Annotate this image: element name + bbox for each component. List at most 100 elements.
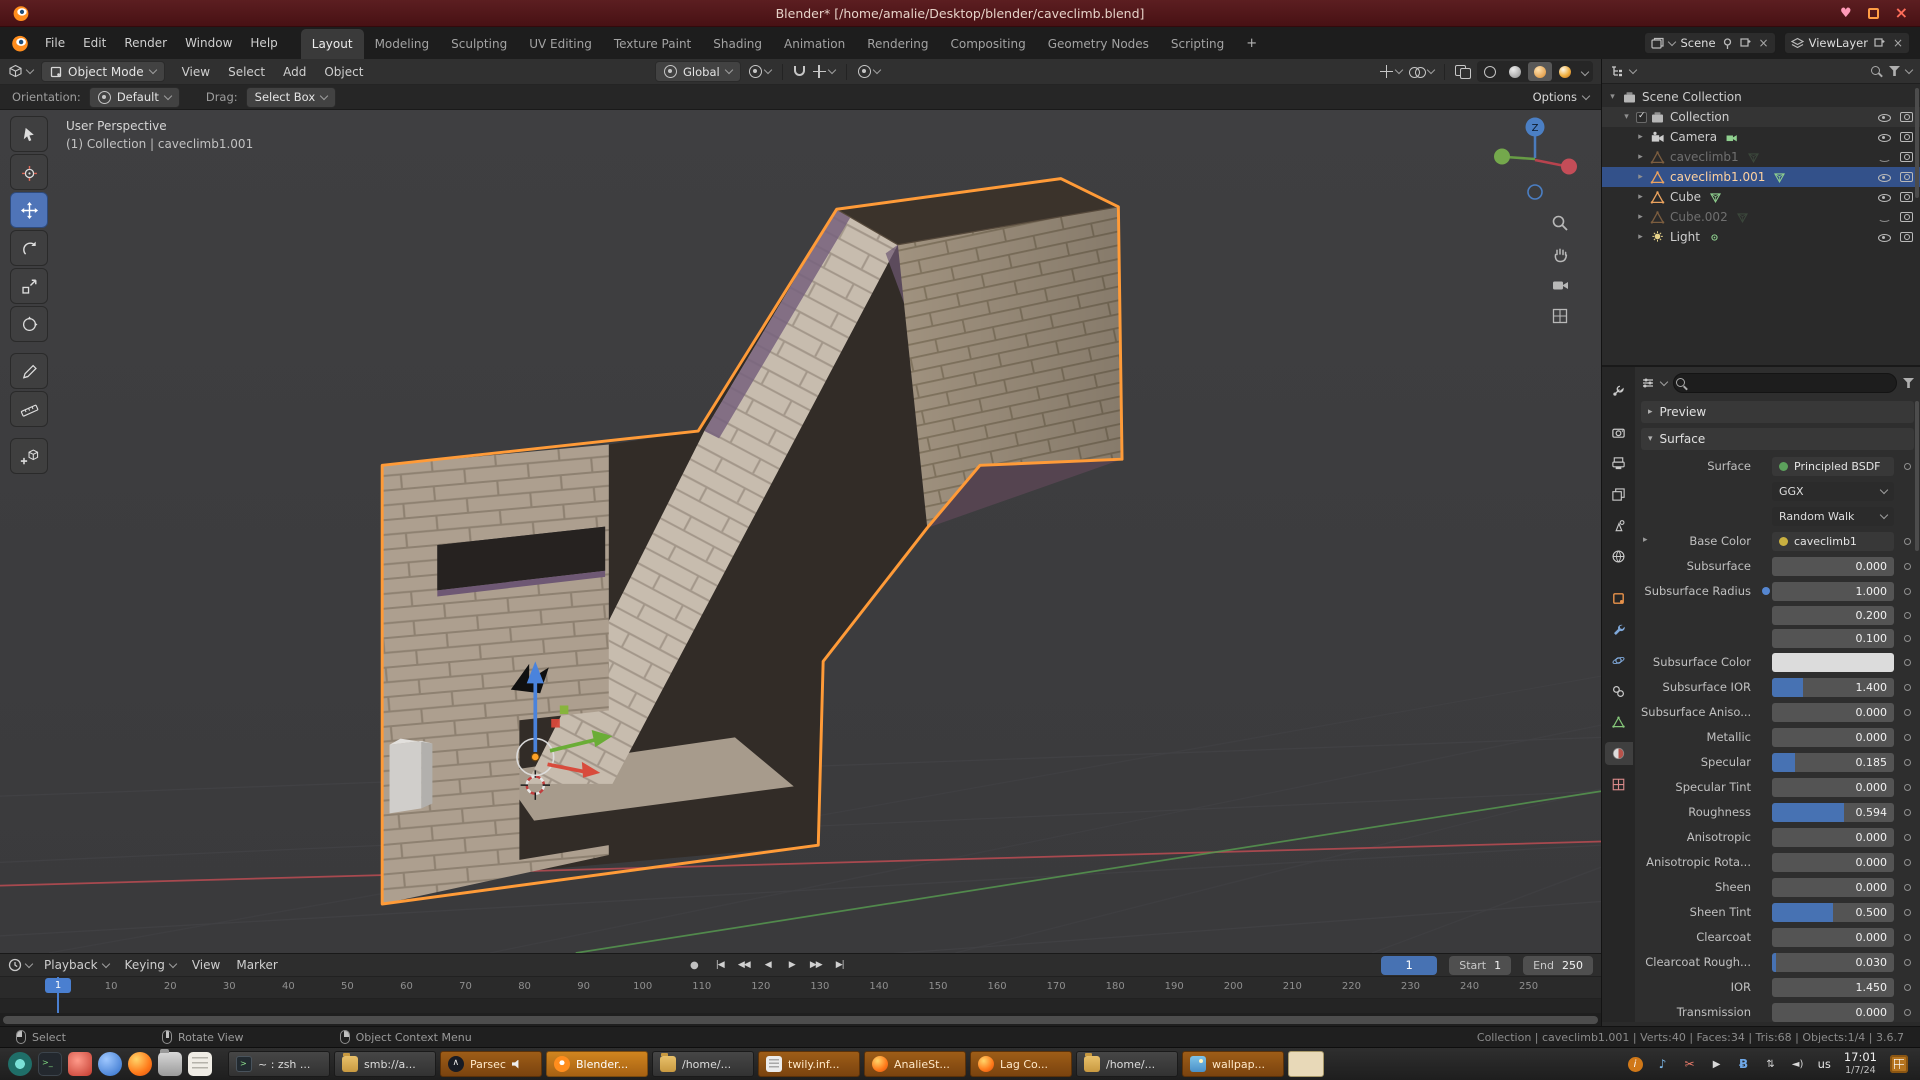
- new-scene-icon[interactable]: [1739, 37, 1752, 50]
- disable-in-renders-icon[interactable]: [1900, 232, 1913, 242]
- outliner-row-cube[interactable]: ▸Cube: [1602, 187, 1920, 207]
- launcher-browser-icon[interactable]: [98, 1052, 122, 1076]
- disable-in-renders-icon[interactable]: [1900, 192, 1913, 202]
- launcher-files-icon[interactable]: [158, 1052, 182, 1076]
- tab-modeling[interactable]: Modeling: [364, 29, 441, 59]
- viewport-menu-object[interactable]: Object: [315, 61, 372, 83]
- properties-filter-icon[interactable]: [1903, 378, 1914, 388]
- hide-in-viewport-icon[interactable]: [1877, 151, 1891, 164]
- tab-texture-paint[interactable]: Texture Paint: [603, 29, 702, 59]
- x-axis-handle[interactable]: [1561, 159, 1577, 175]
- menu-render[interactable]: Render: [115, 32, 176, 54]
- value-slider-field[interactable]: 0.000: [1772, 928, 1894, 947]
- viewport-3d[interactable]: User Perspective (1) Collection | cavecl…: [0, 110, 1601, 953]
- taskbar-window-twily-inf[interactable]: twily.inf...: [758, 1051, 860, 1077]
- launcher-firefox-icon[interactable]: [128, 1052, 152, 1076]
- shading-rendered-button[interactable]: [1553, 62, 1577, 81]
- menu-file[interactable]: File: [36, 32, 74, 54]
- taskbar-window-home[interactable]: /home/...: [652, 1051, 754, 1077]
- tool-measure-button[interactable]: [10, 391, 48, 427]
- outliner-row-cube-002[interactable]: ▸Cube.002: [1602, 207, 1920, 227]
- disclosure-icon[interactable]: ▸: [1634, 192, 1647, 202]
- timeline-scrollbar-thumb[interactable]: [3, 1016, 1598, 1024]
- value-slider-field[interactable]: 0.200: [1772, 606, 1894, 625]
- keyframe-dot-icon[interactable]: [1904, 709, 1911, 716]
- viewport-menu-add[interactable]: Add: [274, 61, 315, 83]
- taskbar-window-parsec[interactable]: Parsec: [440, 1051, 542, 1077]
- outliner-search-icon[interactable]: [1870, 65, 1883, 78]
- tray-updown-icon[interactable]: ⇅: [1764, 1059, 1778, 1070]
- taskbar-window-swatch[interactable]: [1288, 1051, 1324, 1077]
- base-color-field[interactable]: caveclimb1: [1772, 532, 1894, 551]
- auto-keying-button[interactable]: ●: [690, 960, 699, 971]
- snap-target-dropdown[interactable]: [813, 65, 835, 78]
- playback-jump-end-button[interactable]: ▶|: [829, 955, 851, 975]
- disable-in-renders-icon[interactable]: [1900, 112, 1913, 122]
- taskbar-window-smb-a[interactable]: smb://a...: [334, 1051, 436, 1077]
- frame-start-field[interactable]: Start 1: [1449, 956, 1511, 975]
- taskbar-window-blender[interactable]: Blender...: [546, 1051, 648, 1077]
- hide-in-viewport-icon[interactable]: [1877, 111, 1891, 124]
- disclosure-icon[interactable]: ▸: [1634, 132, 1647, 142]
- value-slider-field[interactable]: 0.000: [1772, 878, 1894, 897]
- editor-timeline-icon[interactable]: [8, 958, 22, 972]
- orthographic-toggle-icon[interactable]: [1549, 305, 1571, 327]
- tool-scale-button[interactable]: [10, 268, 48, 304]
- keyframe-dot-icon[interactable]: [1904, 884, 1911, 891]
- playback-play-back-button[interactable]: ◀: [757, 955, 779, 975]
- tab-layout[interactable]: Layout: [301, 29, 364, 59]
- properties-scrollbar[interactable]: [1915, 401, 1919, 551]
- scene-selector[interactable]: Scene ×: [1644, 32, 1775, 54]
- outliner-row-caveclimb1[interactable]: ▸caveclimb1: [1602, 147, 1920, 167]
- color-swatch-field[interactable]: [1772, 653, 1894, 672]
- tool-add-cube-button[interactable]: [10, 438, 48, 474]
- viewport-menu-select[interactable]: Select: [219, 61, 274, 83]
- mode-dropdown[interactable]: Object Mode: [41, 61, 165, 82]
- tab-geometry-nodes[interactable]: Geometry Nodes: [1037, 29, 1160, 59]
- outliner-row-collection[interactable]: ▾Collection: [1602, 107, 1920, 127]
- keyframe-dot-icon[interactable]: [1904, 809, 1911, 816]
- tab-animation[interactable]: Animation: [773, 29, 856, 59]
- viewport-menu-view[interactable]: View: [173, 61, 219, 83]
- zoom-icon[interactable]: [1549, 212, 1571, 234]
- taskbar-window-zsh[interactable]: ~ : zsh ...: [228, 1051, 330, 1077]
- tool-transform-button[interactable]: [10, 306, 48, 342]
- disclosure-icon[interactable]: ▸: [1643, 535, 1648, 545]
- z-axis-negative-handle[interactable]: [1528, 185, 1542, 199]
- keyframe-dot-icon[interactable]: [1904, 959, 1911, 966]
- keyframe-dot-icon[interactable]: [1904, 684, 1911, 691]
- remove-viewlayer-button[interactable]: ×: [1893, 36, 1903, 50]
- show-gizmos-dropdown[interactable]: [1380, 65, 1402, 78]
- tray-volume-icon[interactable]: ◄): [1791, 1059, 1805, 1070]
- keyframe-dot-icon[interactable]: [1904, 563, 1911, 570]
- properties-tab-scene[interactable]: [1605, 514, 1633, 537]
- taskbar-window-wallpap[interactable]: wallpap...: [1182, 1051, 1284, 1077]
- menu-edit[interactable]: Edit: [74, 32, 115, 54]
- tray-bluetooth-icon[interactable]: Ƀ: [1737, 1057, 1751, 1071]
- y-axis-handle[interactable]: [1494, 149, 1510, 165]
- keyframe-dot-icon[interactable]: [1904, 834, 1911, 841]
- tab-scripting[interactable]: Scripting: [1160, 29, 1235, 59]
- browse-scene-icon[interactable]: [1651, 37, 1664, 50]
- playback-play-button[interactable]: ▶: [781, 955, 803, 975]
- disable-in-renders-icon[interactable]: [1900, 132, 1913, 142]
- pivot-point-dropdown[interactable]: [749, 65, 771, 78]
- value-slider-field[interactable]: 0.500: [1772, 903, 1894, 922]
- value-slider-field[interactable]: 1.400: [1772, 678, 1894, 697]
- pin-scene-icon[interactable]: [1721, 37, 1734, 50]
- disclosure-icon[interactable]: ▸: [1634, 232, 1647, 242]
- outliner-scrollbar[interactable]: [1915, 88, 1919, 198]
- tool-cursor-button[interactable]: [10, 154, 48, 190]
- keyframe-dot-icon[interactable]: [1904, 984, 1911, 991]
- keyframe-dot-icon[interactable]: [1904, 538, 1911, 545]
- taskbar-window-analiest[interactable]: AnalieSt...: [864, 1051, 966, 1077]
- properties-tab-modifiers[interactable]: [1605, 618, 1633, 641]
- tab-compositing[interactable]: Compositing: [939, 29, 1036, 59]
- keyframe-dot-icon[interactable]: [1904, 588, 1911, 595]
- timeline-ruler[interactable]: 1102030405060708090100110120130140150160…: [0, 977, 1601, 999]
- new-viewlayer-icon[interactable]: [1873, 37, 1886, 50]
- disable-in-renders-icon[interactable]: [1900, 212, 1913, 222]
- tool-tweak-button[interactable]: [10, 116, 48, 152]
- shading-wireframe-button[interactable]: [1478, 62, 1502, 81]
- tool-rotate-button[interactable]: [10, 230, 48, 266]
